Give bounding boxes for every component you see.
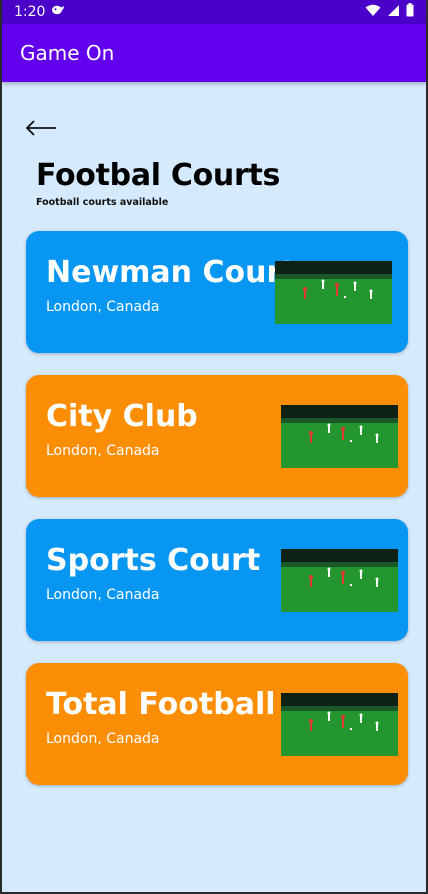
- courts-list: Newman Court London, Canada City Club Lo: [26, 231, 408, 807]
- court-photo: [281, 693, 398, 756]
- court-name: City Club: [46, 399, 198, 434]
- wifi-icon: [365, 4, 381, 21]
- status-left: 1:20: [14, 4, 65, 20]
- status-time: 1:20: [14, 4, 46, 20]
- court-location: London, Canada: [46, 299, 160, 315]
- court-location: London, Canada: [46, 731, 160, 747]
- status-bar: 1:20: [2, 0, 426, 24]
- back-button[interactable]: [24, 116, 58, 140]
- court-location: London, Canada: [46, 443, 160, 459]
- court-name: Sports Court: [46, 543, 261, 578]
- arrow-left-icon: [25, 120, 56, 136]
- app-screen: 1:20 Game On Footbal Courts Football cou…: [0, 0, 428, 894]
- court-photo: [275, 261, 392, 324]
- court-card-newman[interactable]: Newman Court London, Canada: [26, 231, 408, 353]
- court-photo: [281, 549, 398, 612]
- notification-icon: [51, 4, 65, 20]
- page-title: Footbal Courts: [36, 158, 281, 193]
- court-name: Newman Court: [46, 255, 296, 290]
- app-title: Game On: [20, 41, 115, 65]
- page-subtitle: Football courts available: [36, 197, 169, 208]
- battery-icon: [406, 3, 414, 21]
- court-photo: [281, 405, 398, 468]
- court-card-city-club[interactable]: City Club London, Canada: [26, 375, 408, 497]
- court-name: Total Football: [46, 687, 276, 722]
- court-card-sports-court[interactable]: Sports Court London, Canada: [26, 519, 408, 641]
- signal-icon: [387, 4, 400, 21]
- court-card-total-football[interactable]: Total Football London, Canada: [26, 663, 408, 785]
- status-right: [365, 3, 414, 21]
- app-bar: Game On: [2, 24, 426, 82]
- court-location: London, Canada: [46, 587, 160, 603]
